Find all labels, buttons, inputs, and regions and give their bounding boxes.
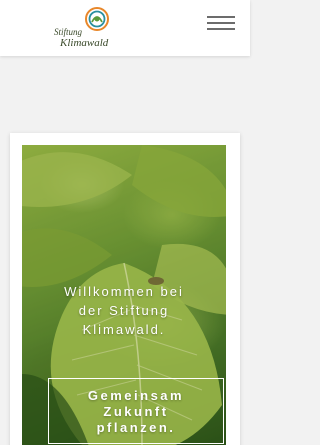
hero-title-line: Willkommen bei xyxy=(64,284,184,299)
menu-bar xyxy=(207,22,235,24)
cta-line: Gemeinsam xyxy=(87,388,185,403)
hamburger-menu-icon[interactable] xyxy=(207,13,235,33)
cta-line: Zukunft xyxy=(103,404,169,419)
hero-title-line: Klimawald. xyxy=(82,322,166,337)
menu-bar xyxy=(207,16,235,18)
site-logo[interactable]: Stiftung Klimawald xyxy=(54,6,120,50)
hero-title: Willkommen bei der Stiftung Klimawald. xyxy=(22,282,226,339)
hero-image-leaves: Willkommen bei der Stiftung Klimawald. G… xyxy=(22,145,226,445)
cta-line: pflanzen. xyxy=(96,420,176,435)
cta-button-gemeinsam-zukunft-pflanzen[interactable]: Gemeinsam Zukunft pflanzen. xyxy=(48,378,224,444)
logo-emblem-icon xyxy=(85,7,109,31)
site-header: Stiftung Klimawald xyxy=(0,0,250,56)
hero-title-line: der Stiftung xyxy=(78,303,170,318)
logo-text-stiftung: Stiftung xyxy=(54,27,83,37)
logo-text-klimawald: Klimawald xyxy=(60,37,109,49)
menu-bar xyxy=(207,28,235,30)
hero-card: Willkommen bei der Stiftung Klimawald. G… xyxy=(10,133,240,445)
